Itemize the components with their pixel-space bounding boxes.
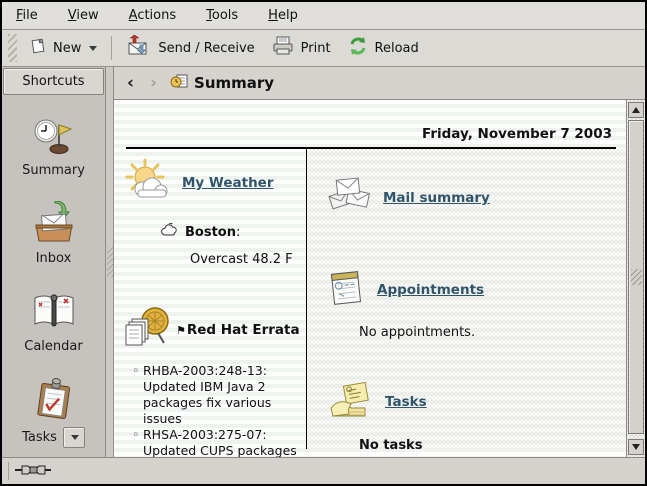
menu-help[interactable]: Help bbox=[268, 8, 298, 23]
summary-mini-icon bbox=[170, 73, 189, 94]
content-wrap: Friday, November 7 2003 bbox=[114, 100, 645, 457]
forward-button[interactable]: › bbox=[147, 75, 160, 92]
errata-item[interactable]: RHSA-2003:275-07: Updated CUPS packages … bbox=[132, 427, 310, 457]
tasks-section-head: Tasks bbox=[327, 378, 622, 426]
weather-location-row: Boston: bbox=[160, 223, 302, 241]
shortcuts-sidebar: Shortcuts Sum bbox=[2, 67, 106, 457]
tasks-section-icon bbox=[327, 378, 375, 426]
toolbar-grip[interactable] bbox=[8, 34, 17, 62]
errata-title: ⚑Red Hat Errata bbox=[176, 322, 300, 338]
small-cloud-icon bbox=[160, 223, 178, 241]
toolbar-separator bbox=[111, 36, 112, 60]
summary-content: Friday, November 7 2003 bbox=[114, 100, 626, 457]
weather-city: Boston bbox=[185, 225, 236, 240]
summary-left-column: My Weather Boston: bbox=[114, 149, 307, 449]
view-header: ‹ › Summary bbox=[114, 67, 645, 100]
errata-item[interactable]: RHBA-2003:248-13: Updated IBM Java 2 pac… bbox=[132, 363, 310, 427]
shortcuts-scroll-down-button[interactable] bbox=[63, 427, 85, 448]
new-button-label: New bbox=[53, 41, 81, 56]
menu-tools[interactable]: Tools bbox=[206, 8, 238, 23]
errata-list: RHBA-2003:248-13: Updated IBM Java 2 pac… bbox=[132, 363, 310, 457]
summary-right-column: Mail summary bbox=[307, 149, 626, 449]
send-receive-button[interactable]: Send / Receive bbox=[118, 30, 262, 66]
sidebar-item-label: Inbox bbox=[36, 251, 72, 266]
shortcuts-header-button[interactable]: Shortcuts bbox=[3, 68, 104, 95]
new-button[interactable]: New bbox=[21, 32, 105, 64]
inbox-icon bbox=[31, 200, 77, 246]
errata-section: ⚑Red Hat Errata RHBA-2003:248-13: Update… bbox=[124, 303, 302, 457]
online-status-plug-icon[interactable] bbox=[15, 462, 51, 481]
sidebar-item-label: Summary bbox=[22, 163, 85, 178]
scrollbar-thumb[interactable] bbox=[628, 120, 644, 434]
print-button[interactable]: Print bbox=[263, 30, 339, 66]
reload-button[interactable]: Reload bbox=[339, 30, 427, 66]
new-note-icon bbox=[29, 37, 47, 59]
shortcuts-header-label: Shortcuts bbox=[22, 74, 84, 89]
pane-splitter[interactable] bbox=[106, 67, 114, 457]
arrow-down-icon bbox=[632, 444, 640, 450]
scrollbar-grip-icon bbox=[631, 269, 642, 285]
errata-icon bbox=[124, 303, 174, 357]
tasks-link[interactable]: Tasks bbox=[385, 394, 427, 410]
print-icon bbox=[271, 35, 295, 61]
splitter-grip-icon bbox=[107, 247, 113, 277]
sidebar-item-calendar[interactable]: Calendar bbox=[24, 288, 82, 354]
tasks-icon bbox=[31, 376, 77, 422]
arrow-up-icon bbox=[632, 107, 640, 113]
reload-label: Reload bbox=[375, 41, 419, 56]
appointments-section-head: Appointments bbox=[327, 267, 622, 313]
evolution-window: File View Actions Tools Help New bbox=[0, 0, 647, 486]
mail-section-head: Mail summary bbox=[327, 175, 622, 221]
statusbar-separator bbox=[8, 462, 9, 480]
page-title: Summary bbox=[170, 73, 274, 94]
statusbar bbox=[2, 457, 645, 484]
appointments-empty-text: No appointments. bbox=[359, 325, 622, 340]
calendar-icon bbox=[31, 288, 77, 334]
weather-section-head: My Weather bbox=[124, 157, 302, 209]
reload-icon bbox=[347, 35, 369, 61]
weather-icon bbox=[124, 157, 172, 209]
menubar: File View Actions Tools Help bbox=[2, 2, 645, 30]
menu-view[interactable]: View bbox=[68, 8, 99, 23]
chevron-down-icon bbox=[71, 435, 79, 440]
tasks-empty-text: No tasks bbox=[359, 438, 622, 453]
send-receive-icon bbox=[126, 35, 152, 61]
sidebar-item-inbox[interactable]: Inbox bbox=[31, 200, 77, 266]
mail-summary-link[interactable]: Mail summary bbox=[383, 190, 490, 206]
sidebar-item-label: Tasks bbox=[22, 430, 57, 445]
summary-columns: My Weather Boston: bbox=[114, 149, 626, 449]
errata-section-head: ⚑Red Hat Errata bbox=[124, 303, 302, 357]
new-dropdown-arrow-icon[interactable] bbox=[89, 46, 97, 51]
summary-icon bbox=[30, 112, 76, 158]
my-weather-link[interactable]: My Weather bbox=[182, 175, 274, 191]
menu-file[interactable]: File bbox=[16, 8, 38, 23]
menu-actions[interactable]: Actions bbox=[129, 8, 177, 23]
sidebar-item-label-row: Tasks bbox=[22, 427, 85, 448]
back-button[interactable]: ‹ bbox=[124, 75, 137, 92]
print-label: Print bbox=[301, 41, 331, 56]
shortcut-list: Summary Inbox bbox=[2, 96, 105, 457]
sidebar-item-summary[interactable]: Summary bbox=[22, 112, 85, 178]
sidebar-item-tasks[interactable]: Tasks bbox=[22, 376, 85, 448]
scroll-down-button[interactable] bbox=[628, 439, 644, 455]
sidebar-item-label: Calendar bbox=[24, 339, 82, 354]
scroll-up-button[interactable] bbox=[628, 102, 644, 118]
flag-icon: ⚑ bbox=[176, 324, 186, 337]
vertical-scrollbar[interactable] bbox=[626, 100, 645, 457]
weather-city-colon: : bbox=[236, 225, 240, 240]
main-pane: ‹ › Summary Friday, No bbox=[114, 67, 645, 457]
page-title-text: Summary bbox=[194, 74, 274, 92]
appointments-icon bbox=[327, 267, 367, 313]
mail-summary-icon bbox=[327, 175, 373, 221]
weather-conditions: Overcast 48.2 F bbox=[190, 252, 302, 267]
appointments-link[interactable]: Appointments bbox=[377, 282, 484, 298]
toolbar: New Send / Receive bbox=[2, 30, 645, 67]
errata-title-text: Red Hat Errata bbox=[187, 322, 300, 338]
app-body: Shortcuts Sum bbox=[2, 67, 645, 457]
date-header: Friday, November 7 2003 bbox=[114, 100, 626, 142]
weather-location-text: Boston: bbox=[185, 225, 240, 240]
send-receive-label: Send / Receive bbox=[158, 41, 254, 56]
